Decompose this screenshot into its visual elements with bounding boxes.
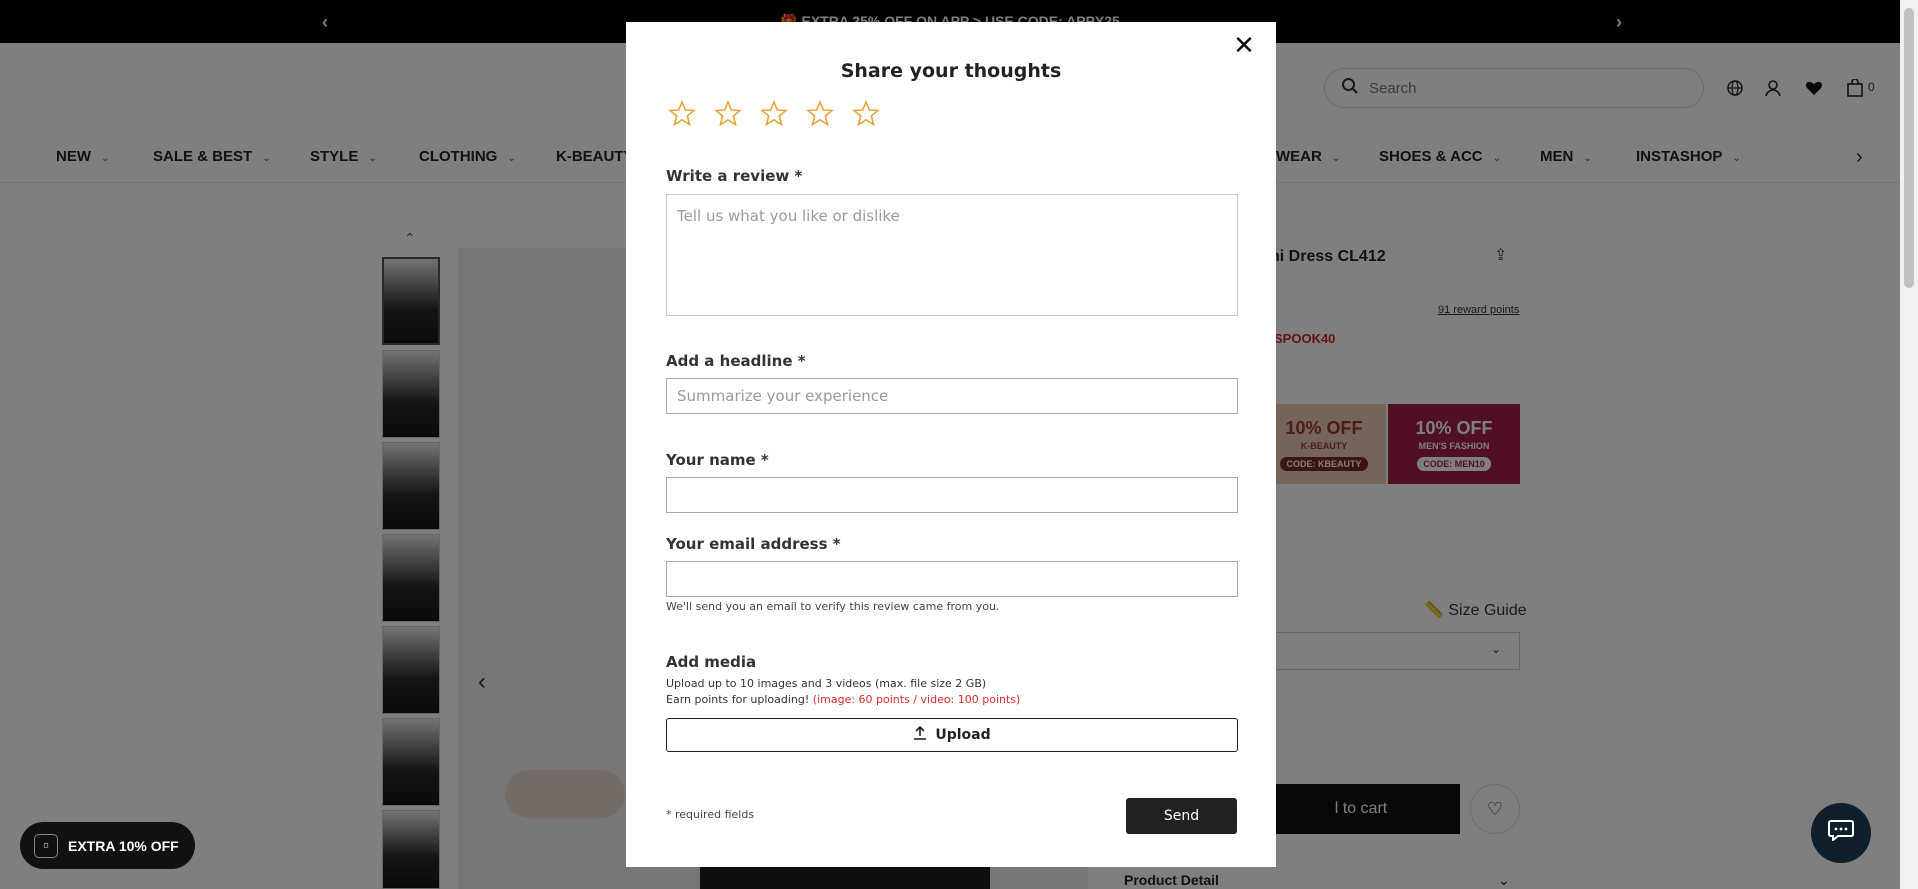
brand-logo-icon: ◻	[34, 833, 58, 858]
media-points-text: Earn points for uploading! (image: 60 po…	[666, 693, 1020, 706]
headline-input[interactable]	[666, 378, 1238, 414]
name-label: Your name *	[666, 451, 769, 469]
scrollbar-thumb[interactable]	[1904, 8, 1914, 288]
page-scrollbar[interactable]	[1900, 0, 1918, 889]
chat-button[interactable]	[1811, 803, 1871, 863]
star-icon[interactable]	[806, 96, 852, 130]
extra-discount-badge[interactable]: ◻ EXTRA 10% OFF	[20, 822, 195, 869]
media-limits-text: Upload up to 10 images and 3 videos (max…	[666, 677, 987, 690]
required-fields-note: * required fields	[666, 808, 755, 821]
send-button[interactable]: Send	[1126, 798, 1237, 834]
review-modal: ✕ Share your thoughts Write a review * A…	[626, 22, 1276, 867]
star-icon[interactable]	[668, 96, 714, 130]
badge-text: EXTRA 10% OFF	[68, 837, 179, 854]
modal-title: Share your thoughts	[840, 60, 1062, 82]
star-icon[interactable]	[852, 96, 898, 130]
chat-icon	[1828, 819, 1854, 847]
upload-icon	[913, 725, 927, 744]
email-input[interactable]	[666, 561, 1238, 597]
headline-label: Add a headline *	[666, 352, 806, 370]
star-icon[interactable]	[760, 96, 806, 130]
media-points-highlight: (image: 60 points / video: 100 points)	[812, 693, 1021, 706]
email-label: Your email address *	[666, 535, 841, 553]
close-icon[interactable]: ✕	[1230, 32, 1258, 60]
media-points-prefix: Earn points for uploading!	[666, 693, 813, 706]
star-icon[interactable]	[714, 96, 760, 130]
email-helper-text: We'll send you an email to verify this r…	[666, 600, 1000, 613]
upload-button[interactable]: Upload	[666, 718, 1238, 752]
review-label: Write a review *	[666, 167, 803, 185]
upload-label: Upload	[935, 727, 991, 743]
star-rating[interactable]	[668, 96, 898, 130]
name-input[interactable]	[666, 477, 1238, 513]
media-title: Add media	[666, 653, 757, 671]
review-textarea[interactable]	[666, 194, 1238, 316]
